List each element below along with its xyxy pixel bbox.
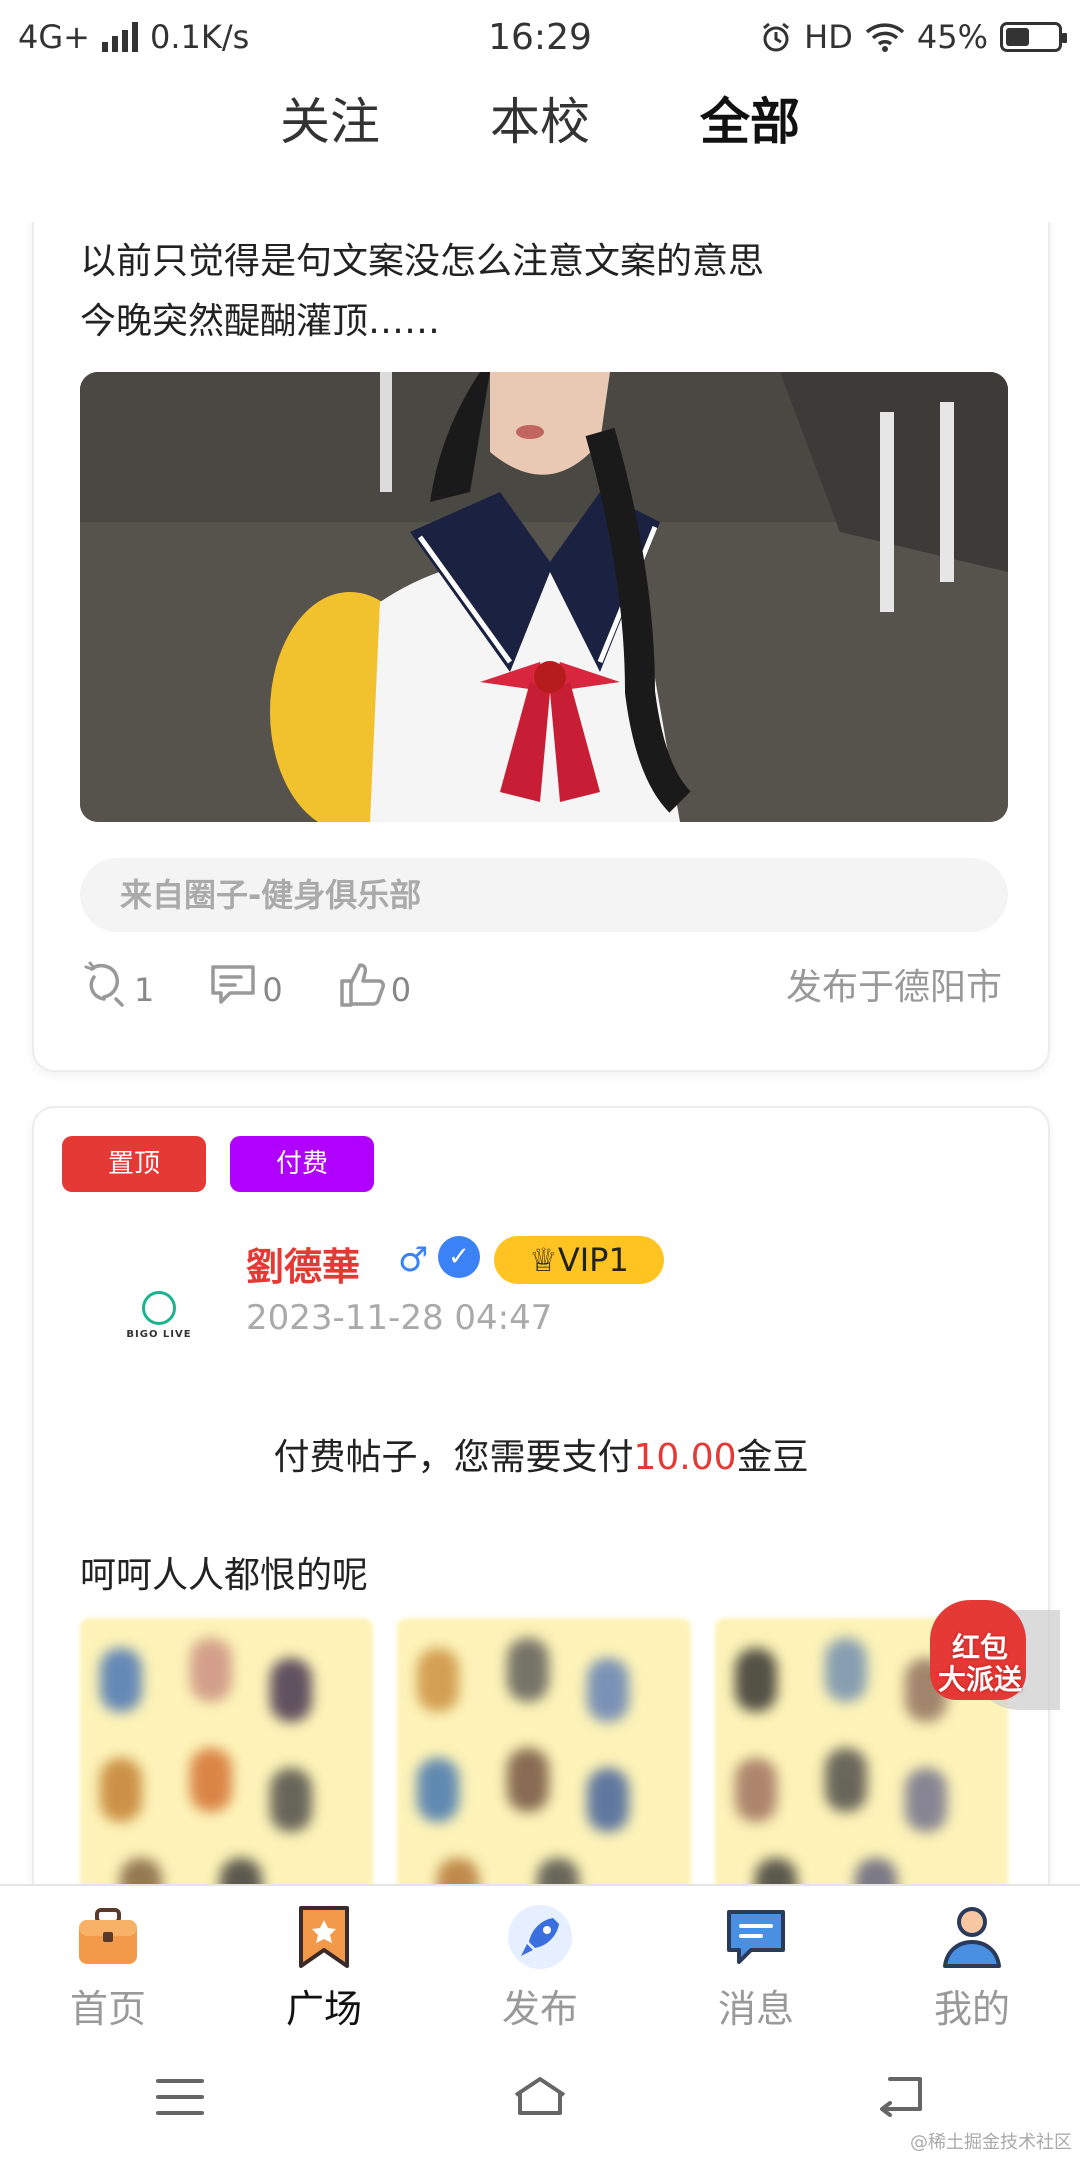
battery-percent: 45% — [916, 18, 988, 56]
likes-stat[interactable]: 0 — [337, 959, 411, 1009]
bottom-nav: 首页 广场 发布 消息 我的 — [0, 1884, 1080, 2034]
paywall-amount: 10.00 — [633, 1437, 737, 1478]
rocket-icon — [508, 1905, 572, 1969]
paywall-suffix: 金豆 — [736, 1437, 809, 1478]
likes-count: 0 — [390, 971, 412, 1009]
comments-stat[interactable]: 0 — [208, 959, 283, 1009]
thumbs-up-icon — [339, 963, 385, 1007]
nav-label: 我的 — [933, 1987, 1010, 2031]
network-type: 4G+ — [18, 18, 90, 56]
vip-badge: ♕VIP1 — [494, 1236, 664, 1284]
network-speed: 0.1K/s — [149, 18, 250, 56]
nav-profile[interactable]: 我的 — [864, 1886, 1080, 2034]
briefcase-icon — [79, 1908, 137, 1964]
views-icon — [84, 961, 124, 1007]
comments-count: 0 — [262, 971, 283, 1009]
status-left: 4G+ 0.1K/s — [18, 18, 249, 56]
comment-icon — [211, 965, 256, 1004]
signal-icon — [101, 22, 138, 52]
tab-all[interactable]: 全部 — [700, 92, 800, 212]
post-card[interactable]: 置顶 付费 BIGO LIVE 劉德華 ♂ ✓ ♕VIP1 2023-11-28… — [32, 1106, 1050, 1884]
back-icon[interactable] — [870, 2067, 930, 2127]
pinned-badge: 置顶 — [62, 1136, 206, 1192]
wifi-icon — [865, 23, 905, 52]
nav-home[interactable]: 首页 — [0, 1886, 216, 2034]
post-card[interactable]: 以前只觉得是句文案没怎么注意文案的意思 今晚突然醍醐灌顶…… 来自圈子-健身俱乐… — [32, 222, 1050, 1072]
alarm-icon — [763, 22, 790, 52]
bigo-logo-icon — [142, 1290, 176, 1325]
message-icon — [727, 1910, 785, 1964]
post-text-line2: 今晚突然醍醐灌顶…… — [80, 301, 441, 342]
tab-school[interactable]: 本校 — [490, 92, 590, 212]
vip-level: VIP1 — [557, 1241, 629, 1279]
battery-fill — [1006, 28, 1029, 46]
feed-tabs: 关注 本校 全部 — [0, 92, 1080, 212]
paywall-prefix: 付费帖子，您需要支付 — [273, 1437, 634, 1478]
status-right: HD 45% — [760, 18, 1067, 56]
male-gender-icon: ♂ — [398, 1240, 429, 1280]
post-photo-illustration — [80, 372, 1008, 822]
nav-label: 发布 — [501, 1987, 578, 2031]
username[interactable]: 劉德華 — [246, 1236, 360, 1291]
post-date: 2023-11-28 04:47 — [246, 1298, 553, 1338]
paid-badge: 付费 — [230, 1136, 374, 1192]
blurred-image-grid[interactable] — [80, 1618, 1008, 1884]
menu-icon[interactable] — [150, 2067, 210, 2127]
battery-icon — [1000, 22, 1067, 52]
nav-label: 首页 — [69, 1987, 146, 2031]
nav-publish[interactable]: 发布 — [432, 1886, 648, 2034]
post-stats: 1 0 0 发布于德阳市 — [80, 952, 1002, 1016]
tab-following[interactable]: 关注 — [280, 92, 380, 212]
paywall-notice[interactable]: 付费帖子，您需要支付10.00金豆 — [34, 1428, 1048, 1480]
blurred-image[interactable] — [80, 1618, 374, 1884]
circle-source-tag[interactable]: 来自圈子-健身俱乐部 — [80, 858, 1008, 932]
nav-label: 消息 — [717, 1987, 794, 2031]
nav-messages[interactable]: 消息 — [648, 1886, 864, 2034]
post-location: 发布于德阳市 — [785, 967, 1002, 1008]
post-body-text: 呵呵人人都恨的呢 — [80, 1555, 369, 1596]
blurred-image[interactable] — [397, 1618, 691, 1884]
nav-label: 广场 — [285, 1987, 362, 2031]
red-packet-line2: 大派送 — [937, 1663, 1022, 1696]
user-icon — [943, 1907, 1001, 1968]
red-packet-text: 红包 大派送 — [920, 1632, 1040, 1696]
bookmark-star-icon — [299, 1906, 349, 1968]
red-packet-float-button[interactable]: 红包 大派送 — [910, 1580, 1060, 1730]
crown-icon: ♕ — [529, 1241, 558, 1279]
avatar-brand-text: BIGO LIVE — [126, 1328, 192, 1340]
views-stat[interactable]: 1 — [80, 959, 154, 1009]
home-icon[interactable] — [510, 2067, 570, 2127]
verified-icon: ✓ — [438, 1236, 480, 1278]
hd-indicator: HD — [804, 18, 853, 56]
nav-square[interactable]: 广场 — [216, 1886, 432, 2034]
views-count: 1 — [134, 971, 155, 1009]
status-bar: 4G+ 0.1K/s 16:29 HD 45% — [0, 0, 1080, 74]
avatar[interactable]: BIGO LIVE — [104, 1260, 214, 1370]
red-packet-line1: 红包 — [951, 1631, 1008, 1664]
watermark: @稀土掘金技术社区 — [910, 2132, 1072, 2153]
post-text-line1: 以前只觉得是句文案没怎么注意文案的意思 — [80, 241, 765, 282]
post-image[interactable] — [80, 372, 1008, 822]
